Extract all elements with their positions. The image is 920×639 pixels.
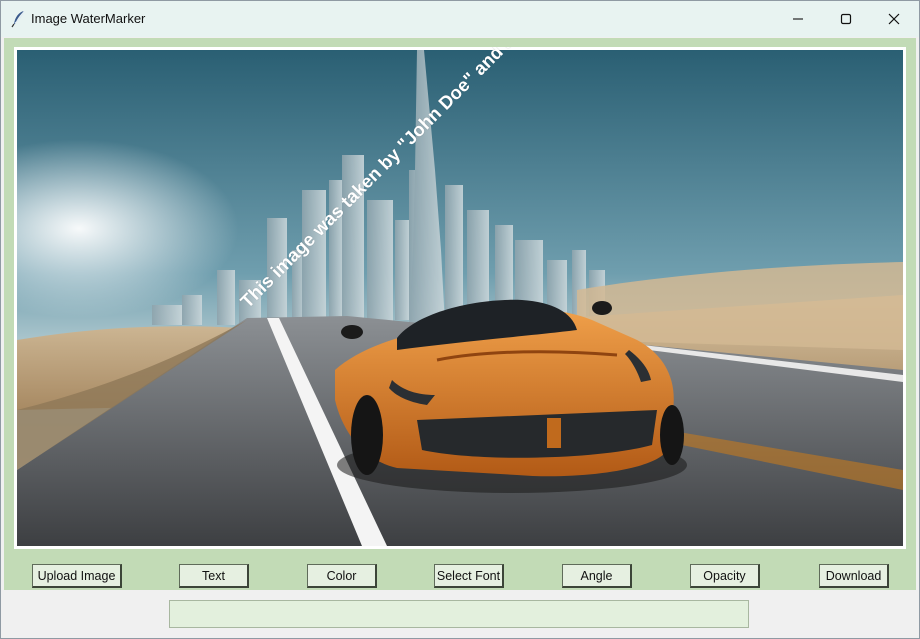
toolbar: Upload Image Text Color Select Font Angl…	[4, 558, 916, 590]
window-title: Image WaterMarker	[31, 11, 146, 26]
maximize-icon	[840, 10, 852, 29]
image-canvas[interactable]: This image was taken by "John Doe" and a…	[14, 47, 906, 549]
bottom-panel	[1, 590, 919, 638]
app-window: Image WaterMarker Upload Image Text Colo…	[0, 0, 920, 639]
close-icon	[888, 10, 900, 29]
color-button[interactable]: Color	[307, 564, 377, 588]
close-button[interactable]	[871, 1, 917, 37]
minimize-icon	[792, 10, 804, 29]
car-photo	[17, 50, 903, 546]
upload-image-button[interactable]: Upload Image	[32, 564, 122, 588]
minimize-button[interactable]	[775, 1, 821, 37]
select-font-button[interactable]: Select Font	[434, 564, 504, 588]
download-button[interactable]: Download	[819, 564, 889, 588]
maximize-button[interactable]	[823, 1, 869, 37]
text-entry-field[interactable]	[169, 600, 749, 628]
opacity-button[interactable]: Opacity	[690, 564, 760, 588]
feather-icon	[11, 10, 27, 28]
text-button[interactable]: Text	[179, 564, 249, 588]
canvas-panel: This image was taken by "John Doe" and a…	[4, 38, 916, 558]
title-bar[interactable]: Image WaterMarker	[1, 1, 919, 37]
angle-button[interactable]: Angle	[562, 564, 632, 588]
